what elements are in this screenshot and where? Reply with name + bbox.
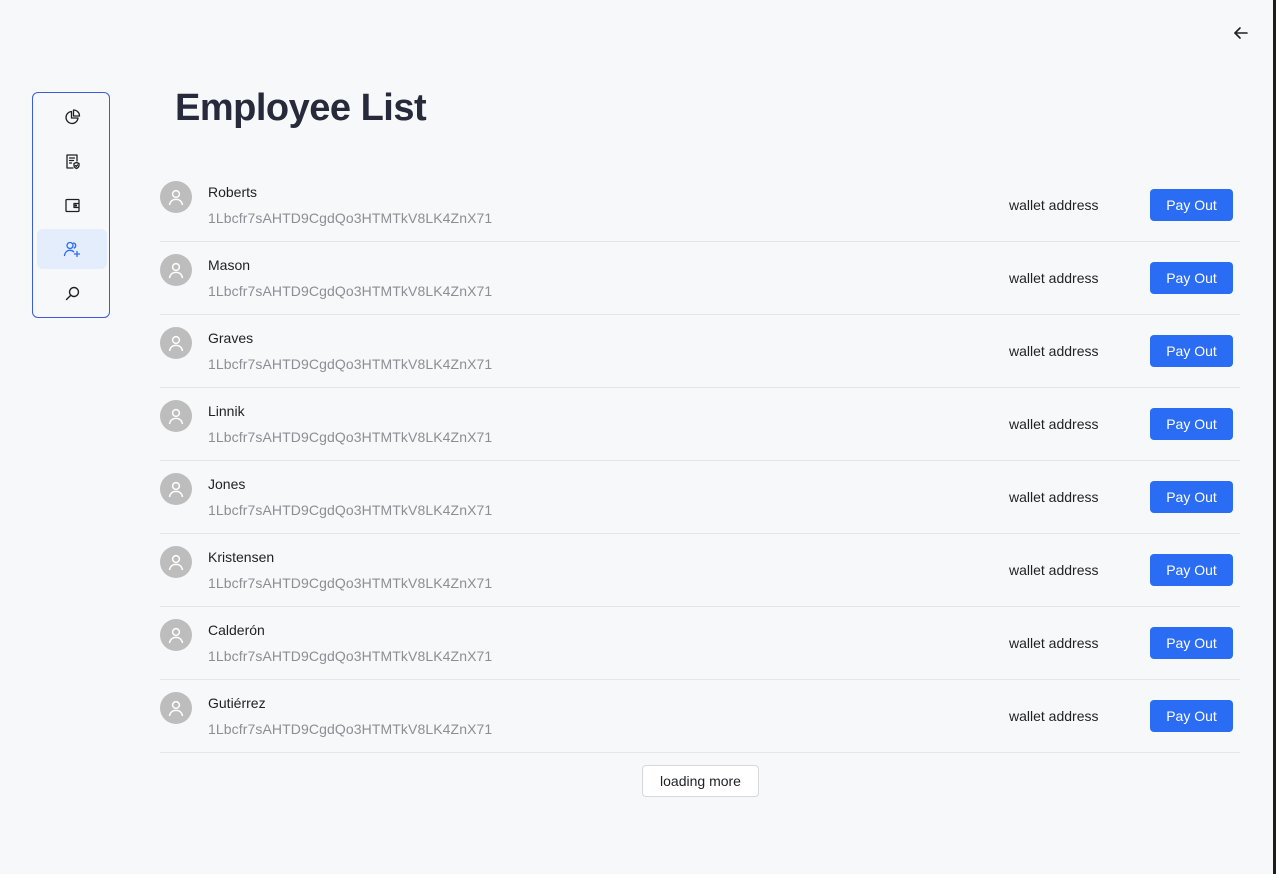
sidebar-item-dashboard[interactable] — [37, 97, 107, 137]
wallet-address-label: wallet address — [1009, 489, 1099, 505]
employee-name: Calderón — [208, 622, 265, 638]
pay-out-button[interactable]: Pay Out — [1150, 262, 1233, 294]
employee-wallet-address: 1Lbcfr7sAHTD9CgdQo3HTMTkV8LK4ZnX71 — [208, 575, 493, 591]
avatar — [160, 254, 192, 286]
wallet-address-label: wallet address — [1009, 270, 1099, 286]
pay-out-button[interactable]: Pay Out — [1150, 189, 1233, 221]
employee-wallet-address: 1Lbcfr7sAHTD9CgdQo3HTMTkV8LK4ZnX71 — [208, 429, 493, 445]
user-avatar-icon — [168, 700, 184, 717]
employee-wallet-address: 1Lbcfr7sAHTD9CgdQo3HTMTkV8LK4ZnX71 — [208, 648, 493, 664]
arrow-left-icon — [1234, 27, 1248, 39]
avatar — [160, 546, 192, 578]
avatar — [160, 400, 192, 432]
user-avatar-icon — [168, 554, 184, 571]
sidebar-item-search[interactable] — [37, 273, 107, 313]
avatar — [160, 692, 192, 724]
employee-row: Roberts 1Lbcfr7sAHTD9CgdQo3HTMTkV8LK4ZnX7… — [160, 169, 1240, 242]
employee-name: Jones — [208, 476, 246, 492]
avatar — [160, 181, 192, 213]
pay-out-button[interactable]: Pay Out — [1150, 554, 1233, 586]
employee-wallet-address: 1Lbcfr7sAHTD9CgdQo3HTMTkV8LK4ZnX71 — [208, 721, 493, 737]
employee-row: Mason 1Lbcfr7sAHTD9CgdQo3HTMTkV8LK4ZnX71 w… — [160, 242, 1240, 315]
employee-wallet-address: 1Lbcfr7sAHTD9CgdQo3HTMTkV8LK4ZnX71 — [208, 210, 493, 226]
employee-row: Jones 1Lbcfr7sAHTD9CgdQo3HTMTkV8LK4ZnX71 w… — [160, 461, 1240, 534]
employee-row: Kristensen 1Lbcfr7sAHTD9CgdQo3HTMTkV8LK4Z… — [160, 534, 1240, 607]
pie-chart-icon — [64, 108, 80, 124]
wallet-address-label: wallet address — [1009, 197, 1099, 213]
user-avatar-icon — [168, 481, 184, 498]
load-more-button[interactable]: loading more — [642, 765, 759, 797]
employee-wallet-address: 1Lbcfr7sAHTD9CgdQo3HTMTkV8LK4ZnX71 — [208, 283, 493, 299]
wallet-address-label: wallet address — [1009, 562, 1099, 578]
sidebar-nav — [32, 92, 110, 318]
employee-name: Graves — [208, 330, 254, 346]
user-avatar-icon — [168, 262, 184, 279]
employee-row: Calderón 1Lbcfr7sAHTD9CgdQo3HTMTkV8LK4ZnX… — [160, 607, 1240, 680]
page-title: Employee List — [175, 87, 427, 129]
wallet-address-label: wallet address — [1009, 343, 1099, 359]
document-check-icon — [65, 153, 80, 169]
employee-name: Mason — [208, 257, 251, 273]
user-avatar-icon — [168, 335, 184, 352]
wallet-address-label: wallet address — [1009, 416, 1099, 432]
avatar — [160, 473, 192, 505]
pay-out-button[interactable]: Pay Out — [1150, 481, 1233, 513]
pay-out-button[interactable]: Pay Out — [1150, 408, 1233, 440]
user-avatar-icon — [168, 408, 184, 425]
back-button[interactable] — [1230, 22, 1252, 44]
sidebar-item-employees[interactable] — [37, 229, 107, 269]
employee-list: Roberts 1Lbcfr7sAHTD9CgdQo3HTMTkV8LK4ZnX7… — [160, 169, 1240, 753]
sidebar-item-wallet[interactable] — [37, 185, 107, 225]
users-add-icon — [63, 241, 81, 258]
sidebar-item-documents[interactable] — [37, 141, 107, 181]
employee-wallet-address: 1Lbcfr7sAHTD9CgdQo3HTMTkV8LK4ZnX71 — [208, 356, 493, 372]
user-avatar-icon — [168, 627, 184, 644]
employee-row: Linnik 1Lbcfr7sAHTD9CgdQo3HTMTkV8LK4ZnX71… — [160, 388, 1240, 461]
wallet-address-label: wallet address — [1009, 635, 1099, 651]
pay-out-button[interactable]: Pay Out — [1150, 700, 1233, 732]
user-avatar-icon — [168, 189, 184, 206]
employee-name: Gutiérrez — [208, 695, 266, 711]
employee-name: Linnik — [208, 403, 245, 419]
wallet-icon — [64, 198, 80, 212]
employee-name: Kristensen — [208, 549, 275, 565]
avatar — [160, 327, 192, 359]
pay-out-button[interactable]: Pay Out — [1150, 627, 1233, 659]
pay-out-button[interactable]: Pay Out — [1150, 335, 1233, 367]
employee-name: Roberts — [208, 184, 258, 200]
avatar — [160, 619, 192, 651]
employee-row: Gutiérrez 1Lbcfr7sAHTD9CgdQo3HTMTkV8LK4Zn… — [160, 680, 1240, 753]
employee-row: Graves 1Lbcfr7sAHTD9CgdQo3HTMTkV8LK4ZnX71… — [160, 315, 1240, 388]
employee-wallet-address: 1Lbcfr7sAHTD9CgdQo3HTMTkV8LK4ZnX71 — [208, 502, 493, 518]
wallet-address-label: wallet address — [1009, 708, 1099, 724]
search-icon — [65, 286, 79, 300]
